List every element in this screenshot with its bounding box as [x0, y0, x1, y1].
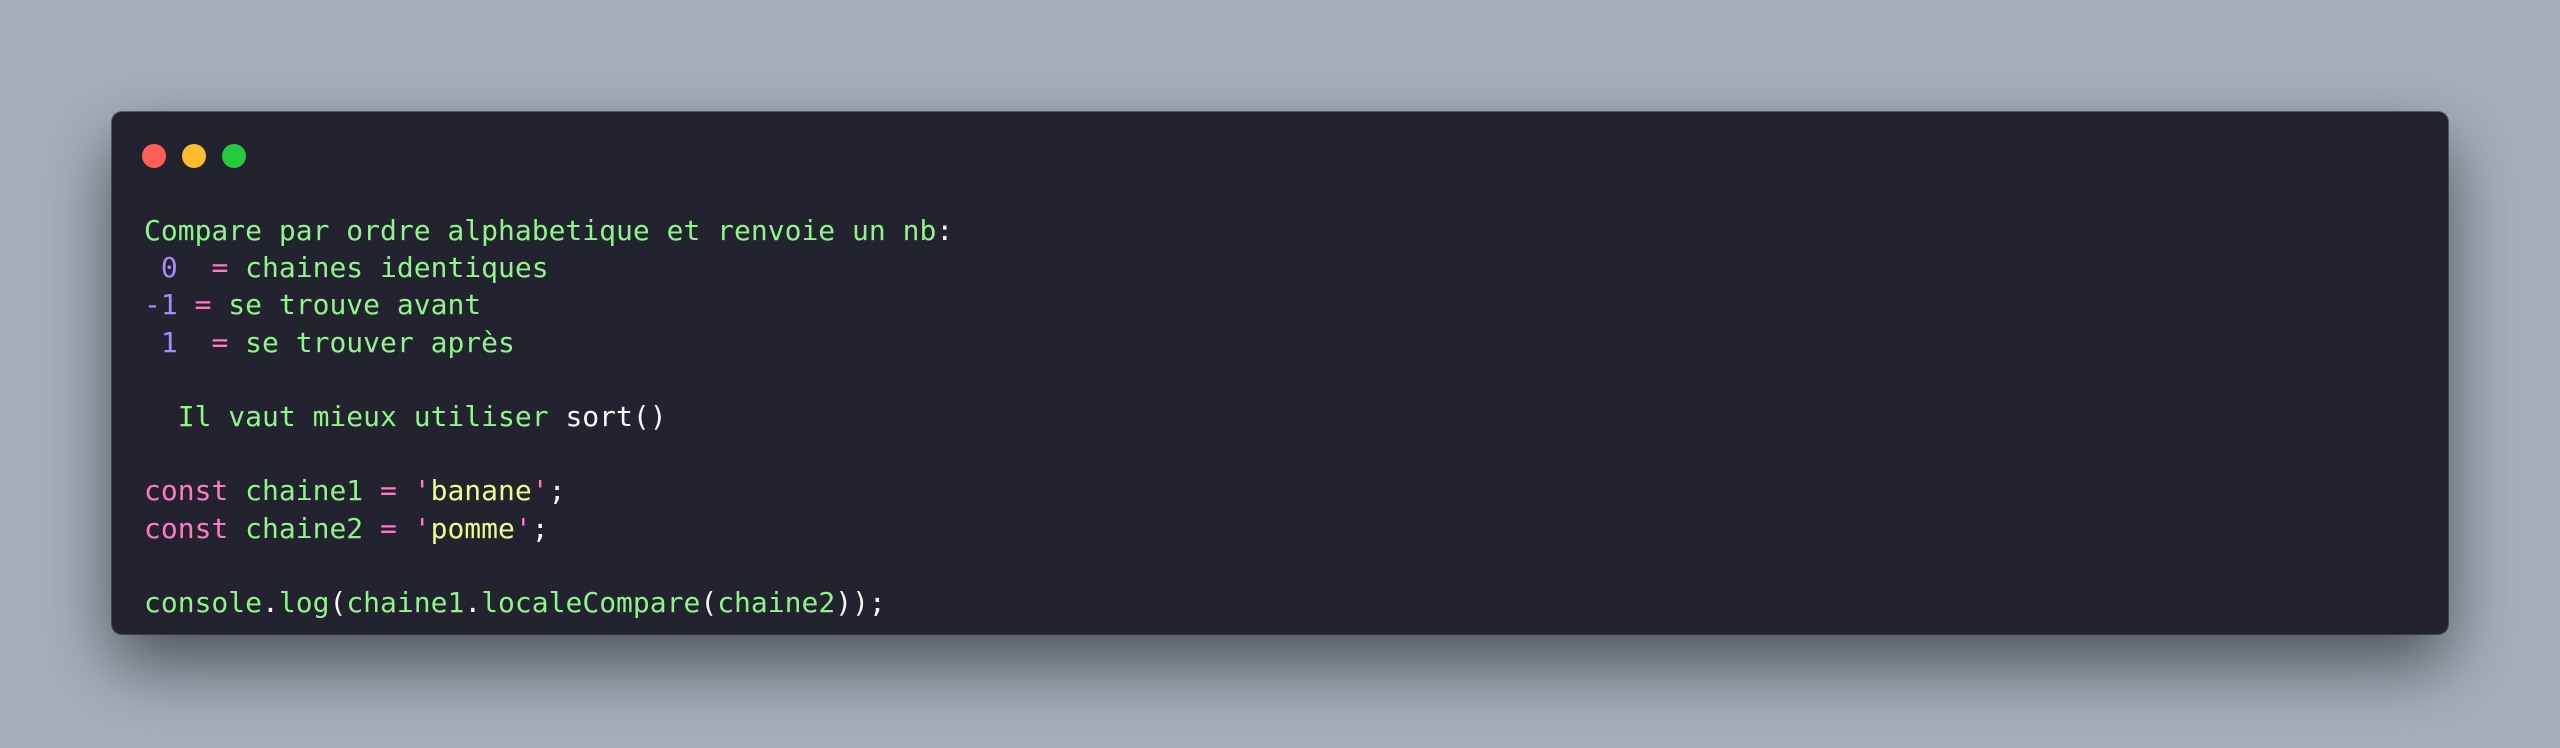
- code-line: const chaine1 = 'banane';: [144, 472, 953, 509]
- code-token: chaines identiques: [228, 251, 549, 285]
- code-line: -1 = se trouve avant: [144, 286, 953, 323]
- code-window: Compare par ordre alphabetique et renvoi…: [112, 112, 2448, 634]
- zoom-button[interactable]: [222, 144, 246, 168]
- code-token: ': [514, 511, 532, 545]
- code-token: chaine2: [228, 511, 381, 545]
- close-button[interactable]: [142, 144, 166, 168]
- code-token: ': [531, 474, 549, 508]
- code-token: ': [413, 474, 431, 508]
- code-token: banane: [430, 474, 532, 508]
- code-line: Compare par ordre alphabetique et renvoi…: [144, 212, 953, 249]
- code-token: ': [413, 511, 431, 545]
- code-token: ;: [531, 511, 549, 545]
- minimize-button[interactable]: [182, 144, 206, 168]
- code-line: Il vaut mieux utiliser sort(): [144, 398, 953, 435]
- code-token: .: [262, 585, 279, 619]
- code-token: chaine2: [717, 585, 836, 619]
- window-controls: [142, 144, 246, 168]
- code-token: const: [144, 474, 229, 508]
- code-token: .: [464, 585, 482, 619]
- code-token: localeCompare: [481, 585, 701, 619]
- code-line: 1 = se trouver après: [144, 324, 953, 361]
- code-token: =: [380, 511, 397, 545]
- code-line: console.log(chaine1.localeCompare(chaine…: [144, 584, 953, 621]
- code-token: 0: [160, 251, 178, 285]
- code-token: se trouve avant: [211, 288, 482, 322]
- code-token: pomme: [430, 511, 515, 545]
- code-token: ));: [835, 585, 886, 619]
- code-token: sort(): [565, 399, 667, 433]
- code-token: (: [329, 585, 347, 619]
- code-token: =: [194, 288, 212, 322]
- code-token: ;: [548, 474, 566, 508]
- code-token: chaine1: [346, 585, 465, 619]
- code-token: -1: [144, 288, 178, 322]
- code-line: const chaine2 = 'pomme';: [144, 510, 953, 547]
- code-token: :: [936, 214, 954, 247]
- code-token: =: [211, 325, 229, 359]
- code-token: chaine1: [228, 474, 381, 508]
- code-token: Il vaut mieux utiliser: [144, 399, 566, 433]
- code-token: se trouver après: [228, 325, 515, 359]
- code-token: const: [144, 511, 229, 545]
- code-token: =: [211, 251, 229, 285]
- code-token: Compare par ordre alphabetique et renvoi…: [144, 214, 937, 247]
- code-token: console: [144, 585, 263, 619]
- code-token: log: [278, 585, 330, 619]
- code-token: =: [380, 474, 397, 508]
- code-token: 1: [160, 325, 178, 359]
- code-block: Compare par ordre alphabetique et renvoi…: [144, 212, 953, 621]
- code-line: 0 = chaines identiques: [144, 249, 953, 286]
- code-token: (: [700, 585, 718, 619]
